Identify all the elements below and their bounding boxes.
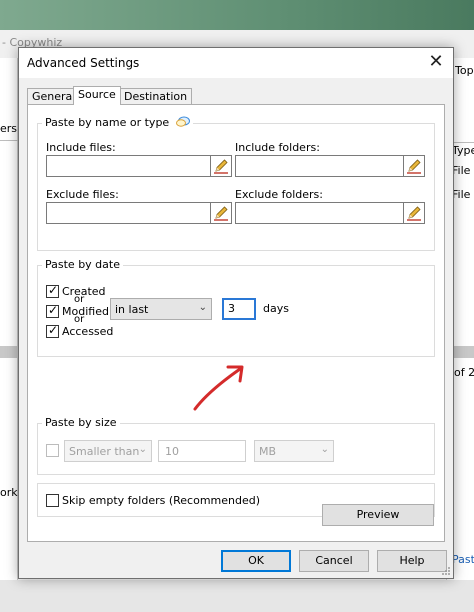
close-icon[interactable]: ✕ bbox=[419, 48, 453, 78]
accessed-label: Accessed bbox=[62, 325, 114, 338]
paste-by-name-title: Paste by name or type bbox=[42, 116, 193, 129]
date-period-select[interactable]: in last ⌄ bbox=[110, 298, 212, 320]
pencil-icon bbox=[407, 206, 421, 221]
paste-by-size-title: Paste by size bbox=[42, 416, 120, 429]
skip-empty-folders-checkbox[interactable] bbox=[46, 494, 59, 507]
include-folders-edit-button[interactable] bbox=[403, 155, 425, 177]
dialog-title: Advanced Settings bbox=[27, 56, 140, 70]
date-period-value: in last bbox=[115, 303, 149, 316]
background-page-count: of 2 bbox=[454, 366, 474, 379]
background-left-fragment: orks bbox=[0, 486, 18, 499]
help-button[interactable]: Help bbox=[377, 550, 447, 572]
source-tab-page: Paste by name or type Include files: Inc… bbox=[27, 104, 445, 542]
chevron-down-icon: ⌄ bbox=[320, 444, 329, 455]
pencil-icon bbox=[214, 206, 228, 221]
paste-by-name-group: Paste by name or type Include files: Inc… bbox=[37, 116, 435, 251]
preview-button[interactable]: Preview bbox=[322, 504, 434, 526]
modified-checkbox[interactable]: ✓ bbox=[46, 303, 59, 318]
checkmark-icon: ✓ bbox=[48, 323, 59, 337]
background-top-label: Top bbox=[455, 64, 474, 77]
advanced-settings-dialog: Advanced Settings ✕ General Source Desti… bbox=[18, 47, 454, 579]
include-files-label: Include files: bbox=[46, 141, 116, 154]
include-files-input[interactable] bbox=[46, 155, 212, 177]
exclude-folders-label: Exclude folders: bbox=[235, 188, 323, 201]
skip-empty-folders-label: Skip empty folders (Recommended) bbox=[62, 494, 261, 507]
dialog-titlebar: Advanced Settings ✕ bbox=[19, 48, 453, 78]
background-left-column bbox=[0, 58, 18, 612]
chevron-down-icon: ⌄ bbox=[138, 444, 147, 455]
ok-button[interactable]: OK bbox=[221, 550, 291, 572]
exclude-folders-edit-button[interactable] bbox=[403, 202, 425, 224]
background-left-fragment: ers. bbox=[0, 122, 18, 135]
background-band bbox=[0, 346, 18, 358]
size-value: 10 bbox=[165, 445, 179, 458]
background-divider bbox=[0, 140, 18, 141]
tooltip-bubble-icon[interactable] bbox=[175, 116, 190, 128]
tab-source[interactable]: Source bbox=[73, 86, 121, 105]
tab-destination[interactable]: Destination bbox=[119, 88, 193, 105]
background-window-titlebar bbox=[0, 0, 474, 30]
background-file-row: File f bbox=[452, 188, 474, 201]
pencil-icon bbox=[214, 159, 228, 174]
paste-by-name-title-text: Paste by name or type bbox=[45, 116, 170, 129]
chevron-down-icon: ⌄ bbox=[198, 302, 207, 313]
resize-grip-icon[interactable] bbox=[441, 566, 451, 576]
days-label: days bbox=[263, 302, 289, 315]
created-checkbox[interactable]: ✓ bbox=[46, 283, 59, 298]
accessed-checkbox[interactable]: ✓ bbox=[46, 323, 59, 338]
background-bottom-bar bbox=[0, 580, 474, 612]
size-comparison-value: Smaller than bbox=[69, 445, 140, 458]
cancel-button[interactable]: Cancel bbox=[299, 550, 369, 572]
background-type-header: Type bbox=[452, 144, 474, 157]
days-value: 3 bbox=[228, 302, 235, 315]
exclude-files-edit-button[interactable] bbox=[210, 202, 232, 224]
annotation-arrow-icon bbox=[193, 365, 244, 411]
paste-by-date-title: Paste by date bbox=[42, 258, 123, 271]
or-label: or bbox=[74, 314, 85, 325]
paste-by-date-group: Paste by date ✓ Created or ✓ Modified or… bbox=[37, 258, 435, 357]
checkmark-icon: ✓ bbox=[48, 283, 59, 297]
size-value-input[interactable]: 10 bbox=[158, 440, 246, 462]
days-input[interactable]: 3 bbox=[222, 298, 256, 320]
include-folders-input[interactable] bbox=[235, 155, 405, 177]
background-file-row: File f bbox=[452, 164, 474, 177]
or-label: or bbox=[74, 294, 85, 305]
paste-by-size-checkbox[interactable] bbox=[46, 444, 59, 457]
size-unit-select[interactable]: MB ⌄ bbox=[254, 440, 334, 462]
pencil-icon bbox=[407, 159, 421, 174]
background-paste-link[interactable]: Past bbox=[452, 553, 474, 566]
size-unit-value: MB bbox=[259, 445, 277, 458]
size-comparison-select[interactable]: Smaller than ⌄ bbox=[64, 440, 152, 462]
exclude-files-label: Exclude files: bbox=[46, 188, 119, 201]
checkmark-icon: ✓ bbox=[48, 303, 59, 317]
modified-label: Modified bbox=[62, 305, 109, 318]
paste-by-size-group: Paste by size Smaller than ⌄ 10 MB ⌄ bbox=[37, 416, 435, 475]
include-folders-label: Include folders: bbox=[235, 141, 320, 154]
exclude-folders-input[interactable] bbox=[235, 202, 405, 224]
include-files-edit-button[interactable] bbox=[210, 155, 232, 177]
exclude-files-input[interactable] bbox=[46, 202, 212, 224]
